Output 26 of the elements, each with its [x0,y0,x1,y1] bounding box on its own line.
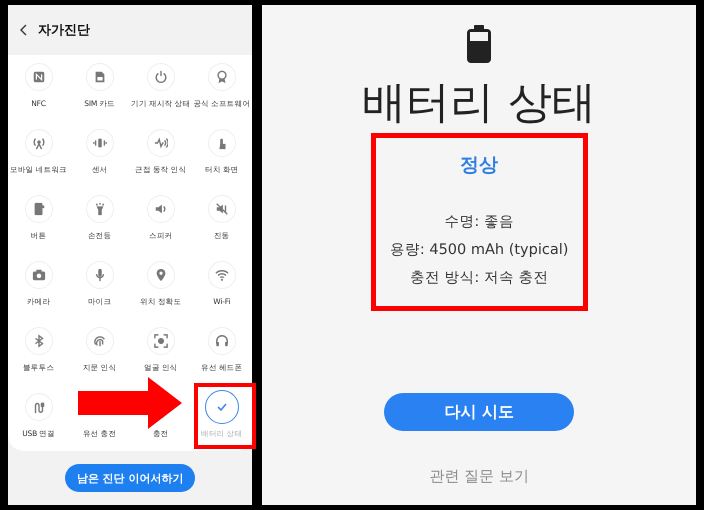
face-icon [154,334,168,348]
headphones-icon [214,334,229,348]
sensor-icon [92,136,107,150]
wifi-icon [214,268,229,282]
screen-title: 자가진단 [38,22,90,39]
detail-text: 충전 방식: 저속 충전 [410,269,548,288]
speaker-icon [154,202,168,216]
badge-icon [214,70,229,84]
status-text: 정상 [460,153,498,178]
sim-card-icon [92,70,107,84]
detail-text: 용량: 4500 mAh (typical) [390,241,568,260]
retry-button[interactable]: 다시 시도 [384,393,574,431]
camera-icon [32,268,46,282]
nfc-icon [32,70,46,84]
antenna-icon [32,136,46,150]
continue-button[interactable]: 남은 진단 이어서하기 [64,464,196,492]
result-title: 배터리 상태 [362,76,596,130]
back-icon[interactable] [20,24,28,36]
battery-icon [467,25,492,63]
fingerprint-icon [92,334,107,348]
power-icon [154,70,168,84]
location-icon [154,268,168,282]
detail-text: 수명: 좋음 [444,213,514,232]
mute-icon [214,202,229,216]
wave-icon [154,136,168,150]
phone-icon [32,202,46,216]
